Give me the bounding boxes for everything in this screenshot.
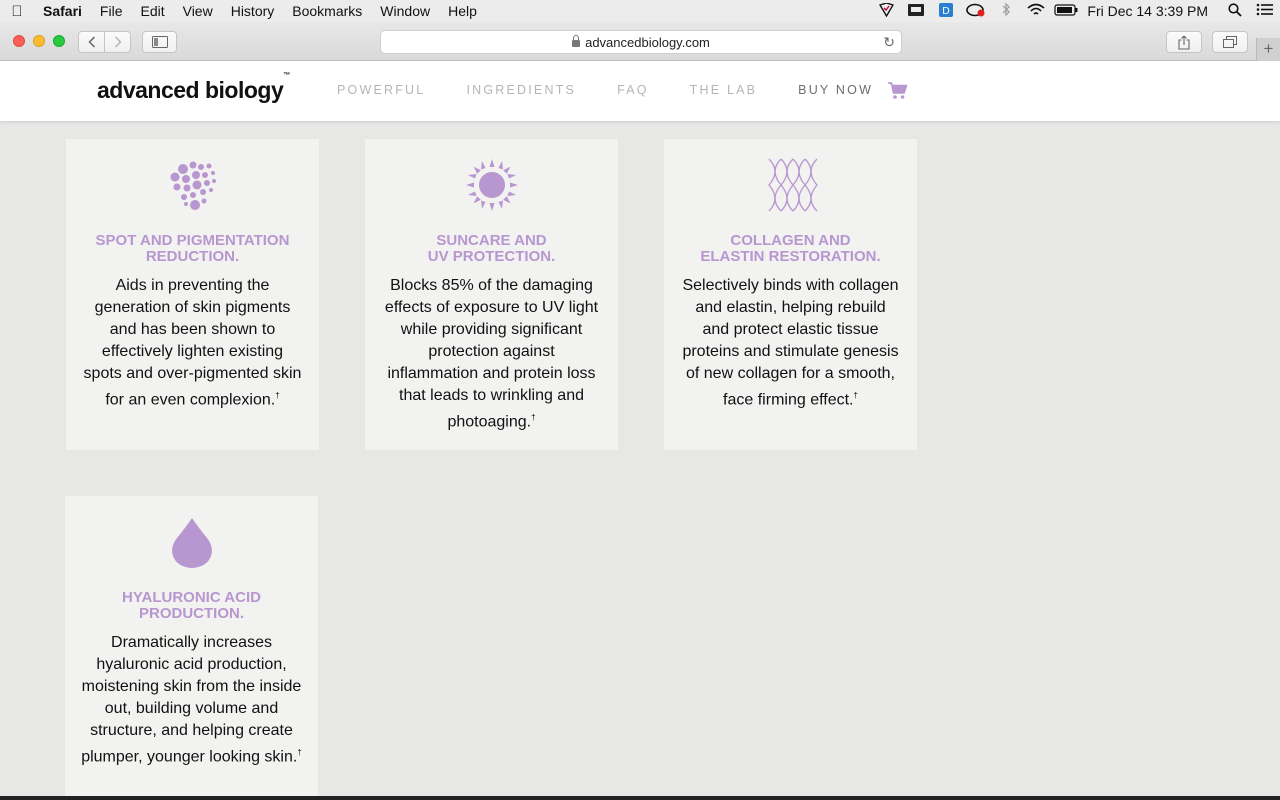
card-body: Aids in preventing the generation of ski…: [83, 277, 302, 409]
collagen-mesh-icon: [767, 158, 818, 212]
window-bottom-edge: [0, 796, 1280, 800]
page-viewport: advanced biology™ POWERFUL INGREDIENTS F…: [0, 61, 1280, 796]
shield-status-icon[interactable]: [871, 1, 901, 20]
menu-clock[interactable]: Fri Dec 14 3:39 PM: [1081, 3, 1220, 19]
app-status-icon[interactable]: D: [931, 2, 961, 21]
forward-button[interactable]: [104, 31, 131, 53]
new-tab-button[interactable]: +: [1256, 38, 1280, 61]
back-button[interactable]: [78, 31, 105, 53]
nav-ingredients[interactable]: INGREDIENTS: [466, 83, 576, 97]
nav-buy-now[interactable]: BUY NOW: [798, 83, 873, 97]
reload-icon[interactable]: ↻: [883, 34, 895, 51]
card-title: SUNCARE AND UV PROTECTION.: [427, 232, 556, 265]
sun-icon: [465, 159, 518, 211]
menu-view[interactable]: View: [174, 0, 222, 22]
browser-toolbar: advancedbiology.com ↻: [0, 22, 1280, 61]
apple-menu-icon[interactable]: : [0, 3, 34, 20]
menu-bar:  Safari File Edit View History Bookmark…: [0, 0, 1280, 22]
chevron-right-icon: [114, 36, 122, 48]
nav-faq[interactable]: FAQ: [617, 83, 649, 97]
bluetooth-icon[interactable]: [991, 2, 1021, 20]
card-title: COLLAGEN AND ELASTIN RESTORATION.: [700, 232, 881, 265]
site-header: advanced biology™ POWERFUL INGREDIENTS F…: [0, 61, 1280, 121]
card-body: Selectively binds with collagen and elas…: [682, 277, 899, 409]
main-nav: POWERFUL INGREDIENTS FAQ THE LAB BUY NOW: [337, 83, 914, 97]
notification-center-icon[interactable]: [1250, 3, 1280, 19]
show-tabs-button[interactable]: [1212, 31, 1248, 53]
sidebar-toggle-button[interactable]: [142, 31, 177, 53]
address-bar[interactable]: advancedbiology.com ↻: [380, 30, 902, 54]
cart-icon[interactable]: [888, 82, 908, 100]
menu-help[interactable]: Help: [439, 0, 486, 22]
window-zoom-button[interactable]: [53, 35, 65, 47]
wifi-icon[interactable]: [1021, 3, 1051, 20]
benefit-card-hyaluronic: HYALURONIC ACID PRODUCTION. Dramatically…: [65, 496, 318, 796]
battery-icon[interactable]: [1051, 3, 1081, 19]
lock-icon: [572, 34, 581, 47]
menu-file[interactable]: File: [91, 0, 132, 22]
share-icon: [1178, 34, 1190, 50]
menu-edit[interactable]: Edit: [131, 0, 173, 22]
nav-the-lab[interactable]: THE LAB: [690, 83, 758, 97]
tabs-overview-icon: [1223, 36, 1237, 48]
menu-app-safari[interactable]: Safari: [34, 0, 91, 22]
water-drop-icon: [171, 518, 212, 568]
svg-text:D: D: [943, 6, 951, 17]
sidebar-icon: [151, 36, 168, 48]
spotlight-search-icon[interactable]: [1220, 2, 1250, 20]
pigment-dots-icon: [170, 161, 216, 210]
card-body: Blocks 85% of the damaging effects of ex…: [384, 277, 599, 431]
card-title: SPOT AND PIGMENTATION REDUCTION.: [95, 232, 290, 265]
site-logo[interactable]: advanced biology™: [97, 72, 290, 104]
card-title: HYALURONIC ACID PRODUCTION.: [122, 589, 261, 622]
share-button[interactable]: [1166, 31, 1202, 53]
benefit-card-spot-reduction: SPOT AND PIGMENTATION REDUCTION. Aids in…: [66, 139, 319, 450]
menu-history[interactable]: History: [222, 0, 284, 22]
benefit-card-collagen: COLLAGEN AND ELASTIN RESTORATION. Select…: [664, 139, 917, 450]
window-minimize-button[interactable]: [33, 35, 45, 47]
nav-powerful[interactable]: POWERFUL: [337, 83, 425, 97]
menu-window[interactable]: Window: [371, 0, 439, 22]
window-close-button[interactable]: [13, 35, 25, 47]
card-body: Dramatically increases hyaluronic acid p…: [81, 634, 302, 766]
creative-cloud-icon[interactable]: [961, 3, 991, 20]
chevron-left-icon: [87, 36, 95, 48]
status-area: D Fri Dec 14 3:39 PM: [871, 0, 1280, 22]
address-url: advancedbiology.com: [585, 34, 710, 50]
benefit-card-suncare: SUNCARE AND UV PROTECTION. Blocks 85% of…: [365, 139, 618, 450]
menu-bookmarks[interactable]: Bookmarks: [283, 0, 371, 22]
inbox-status-icon[interactable]: [901, 3, 931, 20]
plus-icon: +: [1263, 39, 1274, 58]
